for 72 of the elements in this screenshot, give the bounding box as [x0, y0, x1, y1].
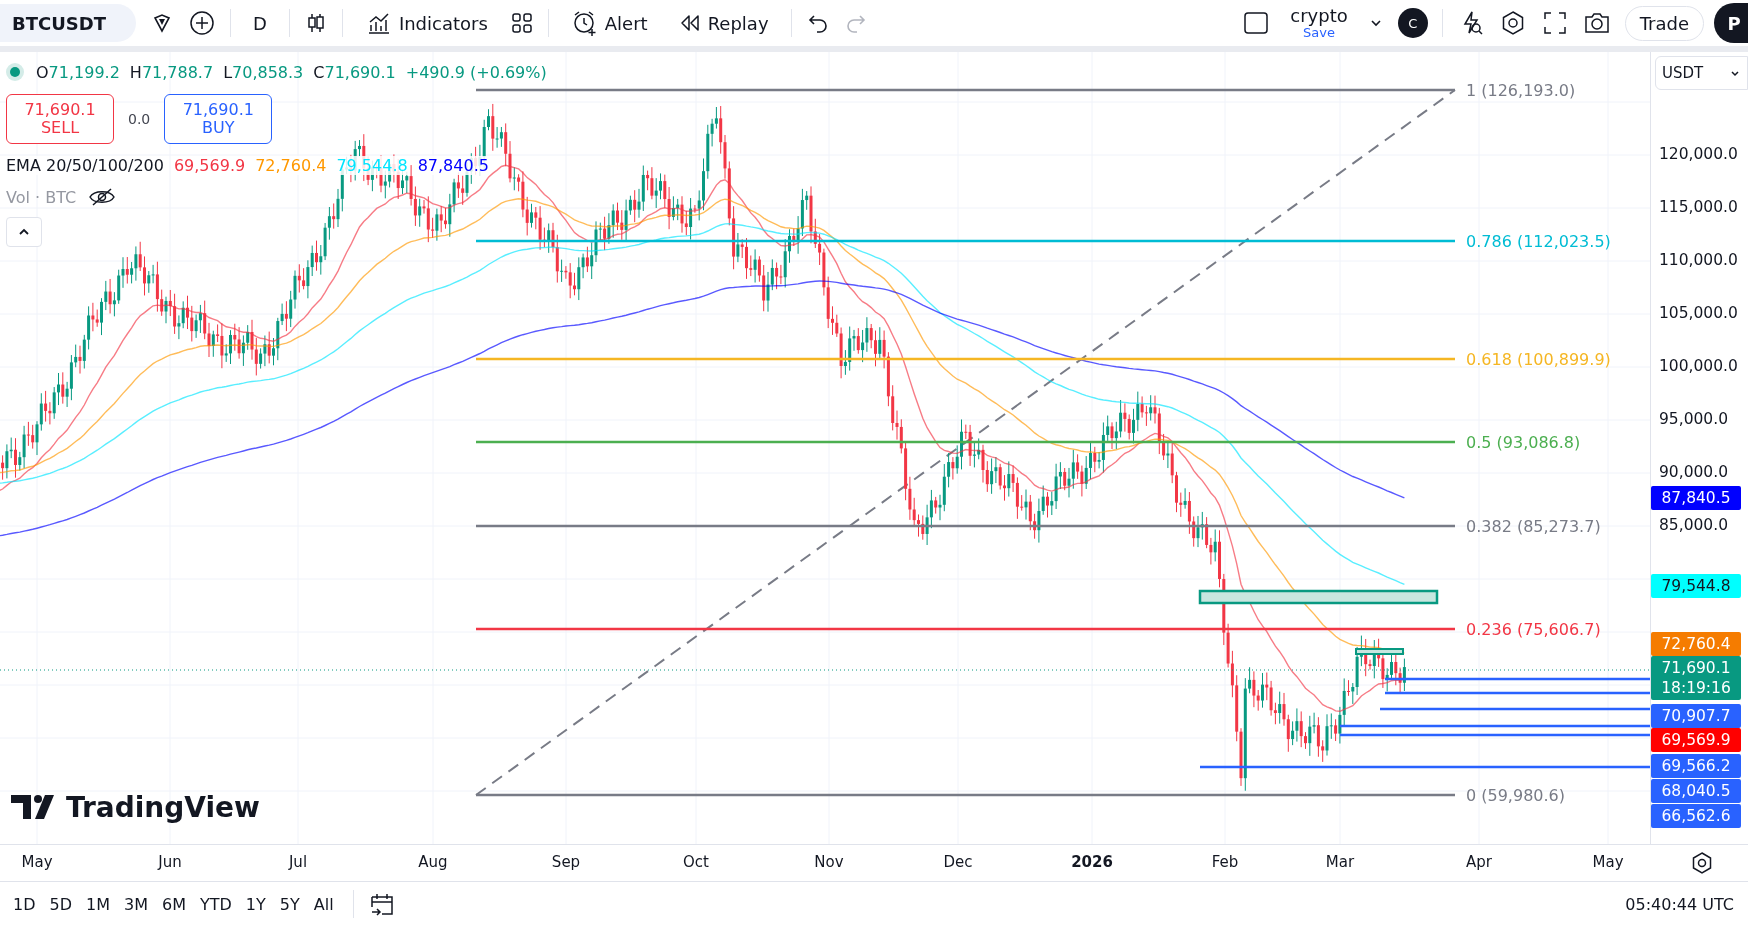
- sell-button[interactable]: 71,690.1 SELL: [6, 94, 114, 144]
- trade-button[interactable]: Trade: [1624, 5, 1704, 41]
- time-axis-label: Oct: [683, 853, 709, 871]
- symbol-search[interactable]: BTCUSDT: [0, 4, 136, 42]
- price-tick-label: 90,000.0: [1659, 463, 1729, 481]
- range-button[interactable]: 5Y: [274, 890, 305, 918]
- volume-label: Vol · BTC: [6, 187, 77, 207]
- time-axis-label: Jun: [158, 853, 182, 871]
- price-tag: 72,760.4: [1651, 632, 1741, 656]
- indicator-value: 69,569.9: [173, 156, 246, 175]
- clock-time: 05:40:44 UTC: [1625, 894, 1735, 914]
- price-tick-label: 115,000.0: [1659, 198, 1738, 216]
- price-tag: 79,544.8: [1651, 574, 1741, 598]
- account-avatar[interactable]: C: [1397, 8, 1428, 38]
- profile-avatar[interactable]: P: [1714, 3, 1748, 43]
- logo-wordmark: TradingView: [66, 791, 260, 824]
- time-axis-label: Aug: [418, 853, 448, 871]
- price-tick-label: 120,000.0: [1659, 145, 1738, 163]
- price-tick-label: 110,000.0: [1659, 251, 1738, 269]
- indicator-value: 79,544.8: [336, 156, 408, 175]
- indicator-name: EMA 20/50/100/200: [6, 156, 164, 175]
- currency-dropdown[interactable]: USDT: [1655, 56, 1748, 90]
- price-tag: 69,566.2: [1651, 754, 1741, 778]
- price-tick-label: 105,000.0: [1659, 304, 1738, 322]
- price-change: +490.9 (+0.69%): [405, 62, 547, 82]
- range-button[interactable]: 1D: [8, 890, 41, 918]
- time-axis-label: Apr: [1466, 853, 1492, 871]
- replay-button[interactable]: Replay: [669, 7, 777, 39]
- price-tag: 66,562.6: [1651, 804, 1741, 828]
- range-button[interactable]: 5D: [44, 890, 77, 918]
- price-tick-label: 85,000.0: [1659, 516, 1729, 534]
- fib-level-label: 0 (59,980.6): [1466, 786, 1565, 805]
- range-button[interactable]: All: [308, 890, 339, 918]
- spread-value: 0.0: [128, 111, 151, 127]
- time-axis-label: May: [21, 853, 53, 871]
- indicator-value: 72,760.4: [255, 156, 327, 175]
- fib-level-label: 1 (126,193.0): [1466, 81, 1576, 100]
- fib-level-label: 0.236 (75,606.7): [1466, 620, 1601, 639]
- fib-level-label: 0.382 (85,273.7): [1466, 517, 1601, 536]
- price-tag: 87,840.5: [1651, 486, 1741, 510]
- indicator-value: 87,840.5: [417, 156, 489, 175]
- fib-level-label: 0.618 (100,899.9): [1466, 350, 1611, 369]
- price-tick-label: 95,000.0: [1659, 410, 1729, 428]
- buy-button[interactable]: 71,690.1 BUY: [164, 94, 273, 144]
- time-axis-label: Sep: [551, 853, 581, 871]
- interval-button[interactable]: D: [245, 8, 275, 38]
- range-button[interactable]: 1Y: [240, 890, 271, 918]
- ohlc-value: C71,690.1: [313, 62, 396, 82]
- range-button[interactable]: 3M: [119, 890, 153, 918]
- fib-level-label: 0.786 (112,023.5): [1466, 232, 1611, 251]
- time-axis-label: Jul: [288, 853, 308, 871]
- alert-button[interactable]: Alert: [562, 5, 656, 41]
- range-button[interactable]: YTD: [194, 890, 237, 918]
- time-axis-label: May: [1592, 853, 1624, 871]
- indicators-button[interactable]: Indicators: [356, 5, 496, 41]
- time-axis-label: Mar: [1325, 853, 1355, 871]
- ohlc-value: O71,199.2: [36, 62, 120, 82]
- fib-level-label: 0.5 (93,086.8): [1466, 433, 1581, 452]
- price-tick-label: 100,000.0: [1659, 357, 1738, 375]
- ohlc-value: H71,788.7: [129, 62, 214, 82]
- price-tag: 70,907.7: [1651, 704, 1741, 728]
- ohlc-value: L70,858.3: [223, 62, 304, 82]
- price-tag: 68,040.5: [1651, 779, 1741, 803]
- time-axis-label: Feb: [1211, 853, 1239, 871]
- range-button[interactable]: 1M: [81, 890, 115, 918]
- time-axis-label: Nov: [814, 853, 844, 871]
- range-button[interactable]: 6M: [156, 890, 191, 918]
- price-tag: 71,690.1 18:19:16: [1651, 656, 1741, 700]
- price-tag: 69,569.9: [1651, 728, 1741, 752]
- layout-menu[interactable]: crypto Save: [1284, 6, 1354, 40]
- time-axis-label: Dec: [943, 853, 973, 871]
- time-axis-label: 2026: [1071, 853, 1113, 871]
